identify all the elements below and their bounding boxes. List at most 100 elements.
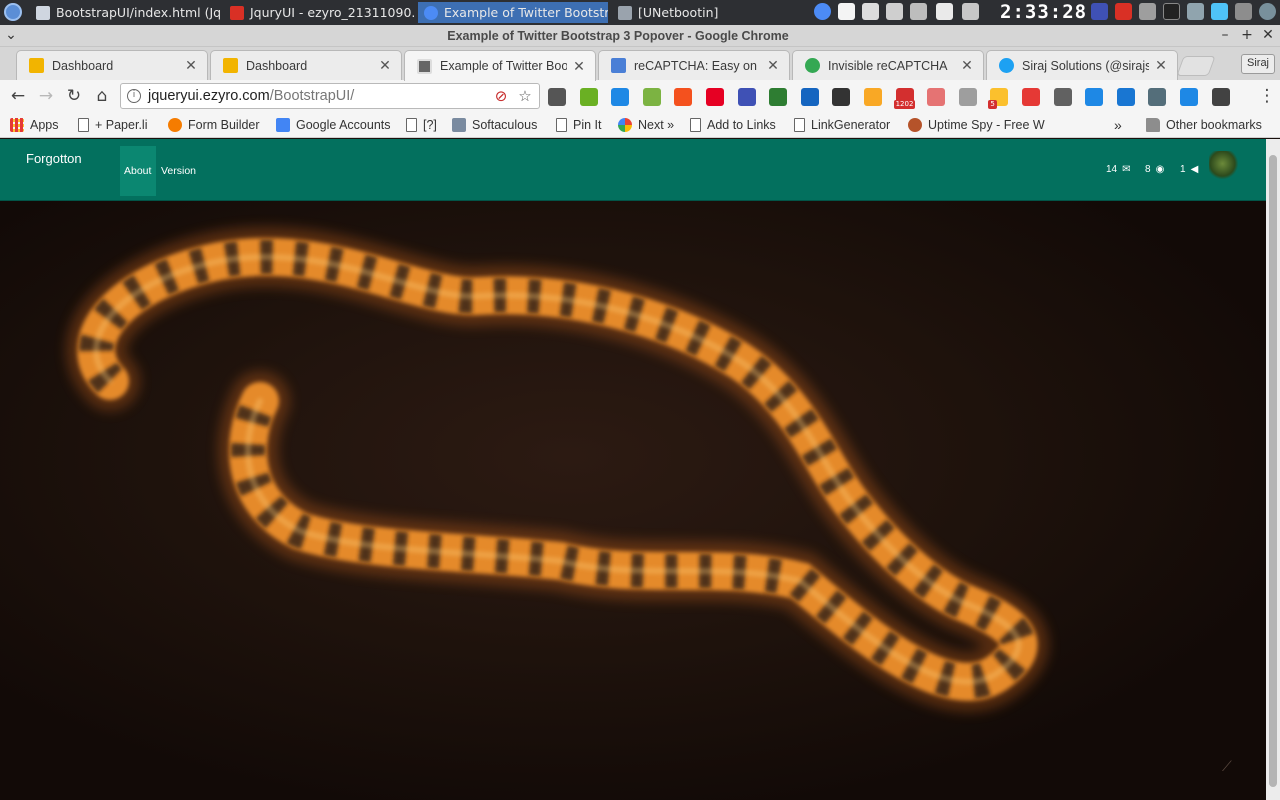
taskbar-item-filezilla[interactable]: JquryUI - ezyro_21311090... <box>224 2 414 23</box>
folder-tray-icon[interactable] <box>1139 3 1156 20</box>
tab-bootstrap-popover[interactable]: Example of Twitter Boot ✕ <box>404 50 596 81</box>
star-extension-icon[interactable] <box>1022 88 1040 106</box>
evernote-extension-icon[interactable] <box>579 88 598 106</box>
page-viewport: Forgotton About Version 14 ✉ 8 ◉ 1 ◀ ⟋ <box>0 139 1266 800</box>
reload-button[interactable]: ↻ <box>63 85 85 107</box>
key-extension-icon[interactable] <box>864 88 882 106</box>
page-icon <box>78 118 89 132</box>
close-tab-icon[interactable]: ✕ <box>185 57 197 74</box>
url-text[interactable]: jqueryui.ezyro.com/BootstrapUI/ <box>148 88 354 104</box>
clock[interactable]: 2:33:28 <box>1000 1 1086 23</box>
pinterest-extension-icon[interactable] <box>706 88 724 106</box>
web-developer-extension-icon[interactable] <box>642 88 661 106</box>
webcam-extension-icon[interactable] <box>1053 88 1072 106</box>
back-button[interactable]: ← <box>7 85 29 107</box>
speed-extension-icon[interactable] <box>1211 88 1230 106</box>
mail-tray-icon[interactable] <box>936 3 953 20</box>
bookmark-label: Apps <box>30 118 59 132</box>
minimize-button[interactable]: – <box>1218 28 1232 42</box>
bookmark-linkgenerator[interactable]: LinkGenerator <box>794 116 890 134</box>
bookmark-paperli[interactable]: + Paper.li <box>78 116 147 134</box>
calculator-icon[interactable] <box>962 3 979 20</box>
bookmark-unknown[interactable]: [?] <box>406 116 437 134</box>
announcements-stat[interactable]: 1 ◀ <box>1180 164 1198 175</box>
document-tray-icon[interactable] <box>838 3 855 20</box>
address-bar[interactable]: i jqueryui.ezyro.com/BootstrapUI/ ⊘ ☆ <box>120 83 540 109</box>
uptime-spy-icon <box>908 118 922 132</box>
screenshot-icon[interactable] <box>1187 3 1204 20</box>
tab-extension-icon[interactable] <box>1085 88 1104 106</box>
bookmark-apps[interactable]: Apps <box>10 116 59 134</box>
filezilla-tray-icon[interactable] <box>1115 3 1132 20</box>
network-tray-icon[interactable] <box>862 3 879 20</box>
google-icon <box>618 118 632 132</box>
bookmark-label: + Paper.li <box>95 118 148 132</box>
chrome-tray-icon[interactable] <box>814 3 831 20</box>
bookmark-softaculous[interactable]: Softaculous <box>452 116 537 134</box>
nav-version[interactable]: Version <box>157 146 200 196</box>
bookmarks-overflow-button[interactable]: » <box>1114 116 1122 134</box>
taskbar-item-bootstrapui[interactable]: BootstrapUI/index.html (Jq... <box>30 2 220 23</box>
ublock-extension-icon[interactable] <box>737 88 756 106</box>
tab-dashboard-1[interactable]: Dashboard ✕ <box>16 50 208 80</box>
close-window-button[interactable]: ✕ <box>1261 28 1275 42</box>
chrome-menu-icon[interactable]: ⋮ <box>1256 85 1278 107</box>
scrollbar-thumb[interactable] <box>1269 155 1277 787</box>
views-stat[interactable]: 8 ◉ <box>1145 164 1164 175</box>
pocket-extension-icon[interactable] <box>927 88 946 106</box>
globe-extension-icon[interactable] <box>1116 88 1135 106</box>
site-brand[interactable]: Forgotton <box>26 151 82 166</box>
profile-button[interactable]: Siraj <box>1241 54 1276 74</box>
close-tab-icon[interactable]: ✕ <box>573 58 585 75</box>
bookmark-pin-it[interactable]: Pin It <box>556 116 602 134</box>
shield-tray-icon[interactable] <box>1091 3 1108 20</box>
news-extension-icon[interactable] <box>800 88 819 106</box>
user-avatar[interactable] <box>1209 151 1239 179</box>
bookmark-uptime-spy[interactable]: Uptime Spy - Free W <box>908 116 1045 134</box>
tab-dashboard-2[interactable]: Dashboard ✕ <box>210 50 402 80</box>
power-icon[interactable] <box>1259 3 1276 20</box>
terminal-icon[interactable] <box>1163 3 1180 20</box>
resize-handle-icon[interactable]: ⟋ <box>1222 759 1238 775</box>
maximize-button[interactable]: + <box>1240 28 1254 42</box>
tools-extension-icon[interactable] <box>958 88 977 106</box>
translate-blocked-icon[interactable]: ⊘ <box>493 88 509 104</box>
ghostery-extension-icon[interactable] <box>548 88 566 106</box>
bullhorn-icon: ◀ <box>1190 164 1199 175</box>
tab-invisible-recaptcha[interactable]: Invisible reCAPTCHA ✕ <box>792 50 984 80</box>
seo-extension-icon[interactable] <box>674 88 693 106</box>
close-tab-icon[interactable]: ✕ <box>379 57 391 74</box>
nav-about[interactable]: About <box>120 146 156 196</box>
add-extension-icon[interactable] <box>1180 88 1198 106</box>
tab-siraj-twitter[interactable]: Siraj Solutions (@sirajs ✕ <box>986 50 1178 80</box>
messages-stat[interactable]: 14 ✉ <box>1106 164 1131 175</box>
close-tab-icon[interactable]: ✕ <box>961 57 973 74</box>
drive-tray-icon[interactable] <box>1235 3 1252 20</box>
download-extension-icon[interactable] <box>611 88 630 106</box>
start-menu-icon[interactable] <box>4 3 22 21</box>
close-tab-icon[interactable]: ✕ <box>1155 57 1167 74</box>
bookmark-form-builder[interactable]: Form Builder <box>168 116 260 134</box>
home-button[interactable]: ⌂ <box>91 85 113 107</box>
new-tab-button[interactable] <box>1176 56 1216 76</box>
bookmark-other-bookmarks[interactable]: Other bookmarks <box>1146 116 1262 134</box>
chrome-icon <box>424 5 438 20</box>
site-info-icon[interactable]: i <box>127 89 141 103</box>
page-scrollbar[interactable] <box>1266 139 1280 800</box>
bookmark-next[interactable]: Next » <box>618 116 674 134</box>
transfer-tray-icon[interactable] <box>886 3 903 20</box>
photo-extension-icon[interactable] <box>1148 88 1167 106</box>
bookmark-star-icon[interactable]: ☆ <box>517 88 533 104</box>
feedly-extension-icon[interactable] <box>769 88 788 106</box>
window-tray-icon[interactable] <box>1211 3 1228 20</box>
volume-icon[interactable] <box>910 3 927 20</box>
forward-button[interactable]: → <box>35 85 57 107</box>
film-extension-icon[interactable] <box>832 88 851 106</box>
tab-recaptcha[interactable]: reCAPTCHA: Easy on H ✕ <box>598 50 790 80</box>
google-favicon-icon <box>805 58 820 73</box>
taskbar-item-chrome[interactable]: Example of Twitter Bootstr... <box>418 2 608 23</box>
bookmark-google-accounts[interactable]: Google Accounts <box>276 116 391 134</box>
bookmark-add-to-links[interactable]: Add to Links <box>690 116 776 134</box>
taskbar-item-unetbootin[interactable]: [UNetbootin] <box>612 2 802 23</box>
close-tab-icon[interactable]: ✕ <box>767 57 779 74</box>
